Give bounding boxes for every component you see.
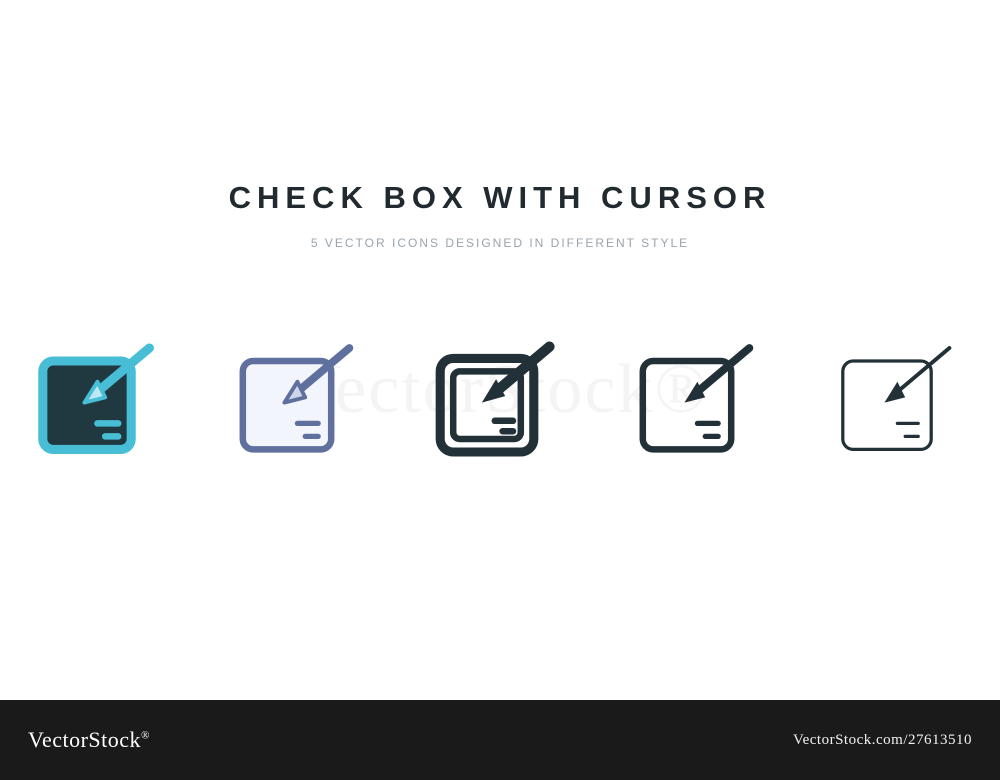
brand-logo: VectorStock® (28, 727, 150, 753)
heading-block: CHECK BOX WITH CURSOR 5 VECTOR ICONS DES… (0, 180, 1000, 250)
checkbox-cursor-filled-teal-icon (30, 330, 170, 470)
stock-id: VectorStock.com/27613510 (793, 732, 972, 749)
checkbox-cursor-outline-dark-icon (630, 330, 770, 470)
icon-row (0, 330, 1000, 470)
brand-prefix: Vector (28, 727, 88, 752)
checkbox-cursor-outline-blue-icon (230, 330, 370, 470)
page-subtitle: 5 VECTOR ICONS DESIGNED IN DIFFERENT STY… (0, 236, 1000, 250)
brand-suffix: Stock (88, 727, 141, 752)
page-title: CHECK BOX WITH CURSOR (0, 180, 1000, 216)
checkbox-cursor-thin-dark-icon (830, 330, 970, 470)
footer-bar: VectorStock® VectorStock.com/27613510 (0, 700, 1000, 780)
checkbox-cursor-bold-dark-icon (430, 330, 570, 470)
